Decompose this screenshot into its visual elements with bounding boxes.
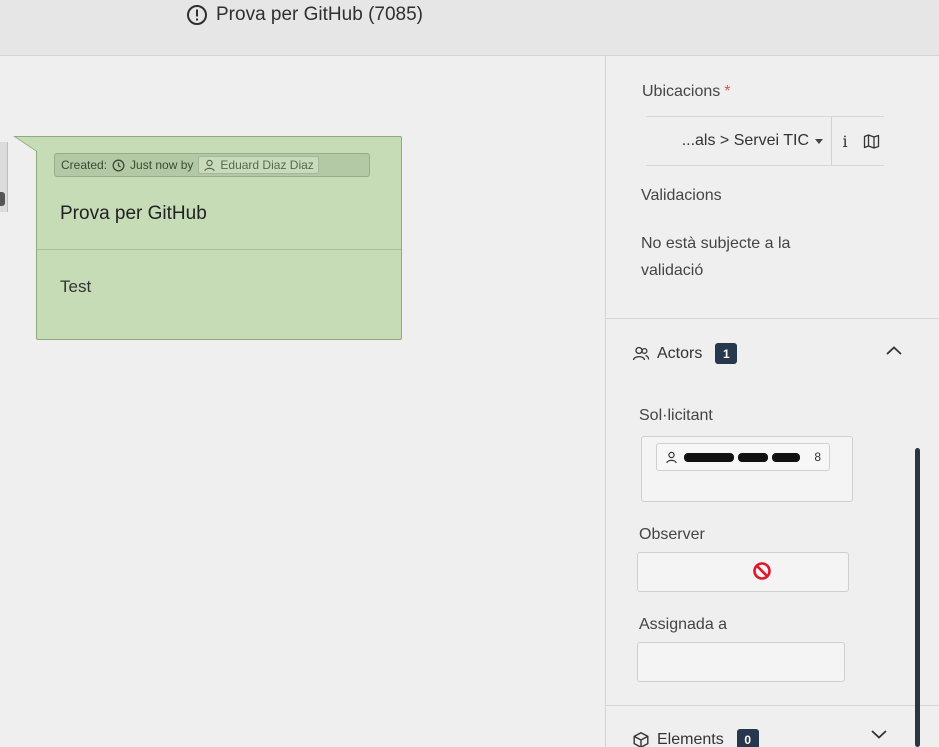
timeline-handle[interactable] [0, 142, 8, 212]
followup-divider [37, 249, 401, 250]
elements-count-badge: 0 [736, 729, 759, 747]
section-divider [606, 318, 939, 319]
assigned-label: Assignada a [639, 616, 728, 633]
observer-field[interactable] [637, 552, 849, 592]
ticket-title: Prova per GitHub (7085) [186, 4, 423, 26]
clock-icon [112, 159, 125, 172]
chevron-down-icon [815, 138, 823, 144]
author-name: Eduard Diaz Diaz [220, 158, 314, 172]
elements-label: Elements [657, 730, 724, 747]
followup-meta: Created: Just now by Eduard Diaz Diaz [54, 153, 370, 177]
redaction-bar [738, 452, 768, 462]
requester-label: Sol·licitant [639, 407, 713, 424]
actors-section-header[interactable]: Actors 1 [632, 343, 738, 364]
locations-label-text: Ubicacions [642, 83, 721, 100]
section-divider [606, 705, 939, 706]
block-icon [752, 561, 772, 581]
ticket-header: Prova per GitHub (7085) [0, 0, 939, 56]
info-icon: i [842, 131, 848, 151]
ticket-title-text: Prova per GitHub (7085) [216, 4, 423, 25]
actors-label: Actors [657, 344, 703, 362]
requester-chip[interactable]: 8 [656, 443, 830, 471]
redaction-bar [684, 452, 734, 462]
assigned-field[interactable] [637, 642, 845, 682]
created-time: Just now by [130, 158, 194, 172]
location-select[interactable]: ...als > Servei TIC [646, 117, 832, 165]
location-value: ...als > Servei TIC [681, 132, 809, 149]
requester-count: 8 [814, 450, 821, 464]
followup-item[interactable]: Created: Just now by Eduard Diaz Diaz Pr… [36, 136, 402, 340]
location-map-button[interactable] [858, 117, 884, 165]
timeline-area: Created: Just now by Eduard Diaz Diaz Pr… [0, 56, 605, 747]
observer-label: Observer [639, 526, 705, 543]
requester-name-redacted [684, 452, 808, 462]
validation-status: No està subjecte a la validació [641, 235, 791, 279]
exclamation-circle-icon [186, 4, 208, 26]
side-panel-scrollbar[interactable] [915, 448, 920, 747]
author-chip[interactable]: Eduard Diaz Diaz [198, 156, 319, 174]
required-mark: * [724, 83, 731, 100]
user-icon [203, 159, 216, 172]
followup-title: Prova per GitHub [60, 203, 207, 224]
elements-section-header[interactable]: Elements 0 [632, 729, 759, 747]
validations-label: Validacions [641, 187, 722, 204]
chevron-down-icon[interactable] [868, 723, 890, 745]
requester-field[interactable]: 8 [641, 436, 853, 502]
created-label: Created: [61, 158, 108, 172]
chevron-up-icon[interactable] [883, 340, 905, 362]
map-icon [863, 133, 880, 150]
followup-body: Test [60, 277, 92, 296]
location-info-button[interactable]: i [832, 117, 858, 165]
location-field: ...als > Servei TIC i [646, 116, 884, 166]
ticket-side-panel: Ubicacions * ...als > Servei TIC i Valida… [605, 56, 939, 747]
actors-count-badge: 1 [715, 343, 738, 364]
locations-label: Ubicacions * [642, 83, 731, 101]
user-icon [665, 451, 678, 464]
users-icon [632, 345, 650, 363]
box-icon [632, 731, 650, 747]
redaction-bar [772, 452, 800, 462]
